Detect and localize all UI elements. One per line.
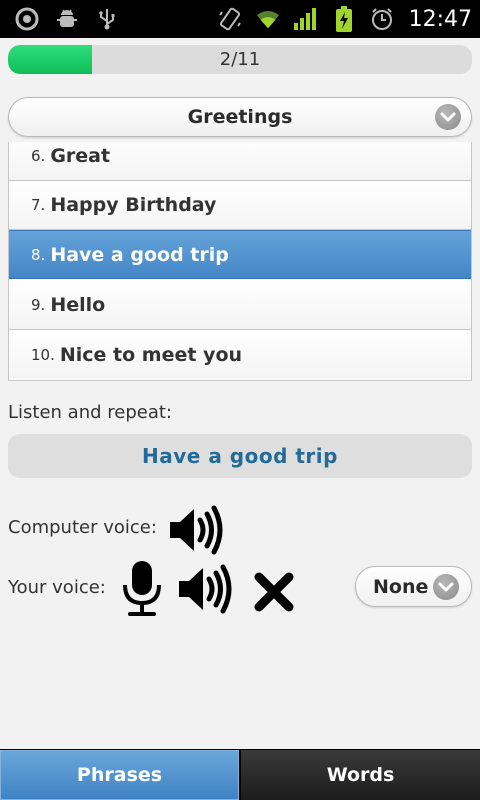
tab-phrases[interactable]: Phrases: [0, 750, 239, 800]
item-text: Happy Birthday: [50, 194, 217, 216]
item-text: Have a good trip: [50, 243, 229, 266]
wifi-icon: [255, 6, 281, 32]
your-voice-label: Your voice:: [8, 577, 106, 598]
record-icon: [14, 6, 40, 32]
progress-bar: 2/11: [8, 45, 472, 74]
progress-text: 2/11: [219, 49, 261, 70]
chevron-down-icon: [435, 104, 461, 130]
item-number: 8.: [31, 245, 46, 264]
alarm-icon: [369, 6, 395, 32]
status-bar: 12:47: [0, 0, 480, 38]
phrase-list[interactable]: 6. Great 7. Happy Birthday 8. Have a goo…: [8, 142, 472, 381]
item-text: Nice to meet you: [59, 343, 243, 366]
listen-label: Listen and repeat:: [8, 402, 172, 423]
tab-bar: Phrases Words: [0, 749, 480, 800]
item-number: 6.: [31, 147, 46, 165]
usb-icon: [94, 6, 120, 32]
computer-voice-label: Computer voice:: [8, 517, 157, 538]
score-label: None: [373, 575, 429, 598]
list-item[interactable]: 10. Nice to meet you: [9, 330, 471, 379]
signal-icon: [293, 6, 319, 32]
chevron-down-icon: [433, 574, 459, 600]
rotate-icon: [217, 6, 243, 32]
battery-charging-icon: [331, 6, 357, 32]
item-text: Hello: [50, 294, 106, 316]
current-phrase-box: Have a good trip: [8, 434, 472, 478]
list-item-selected[interactable]: 8. Have a good trip: [9, 230, 471, 279]
list-item[interactable]: 7. Happy Birthday: [9, 181, 471, 230]
category-label: Greetings: [187, 106, 293, 128]
your-voice-speaker-icon[interactable]: [176, 563, 236, 615]
list-item[interactable]: 6. Great: [9, 142, 471, 181]
computer-voice-speaker-icon[interactable]: [167, 504, 227, 556]
delete-icon[interactable]: [252, 570, 296, 614]
microphone-icon[interactable]: [120, 559, 164, 617]
item-text: Great: [50, 145, 111, 167]
item-number: 10.: [31, 345, 55, 364]
list-item[interactable]: 9. Hello: [9, 281, 471, 330]
android-debug-icon: [54, 6, 80, 32]
item-number: 9.: [31, 296, 46, 314]
score-dropdown[interactable]: None: [355, 566, 472, 607]
status-time: 12:47: [408, 6, 472, 32]
category-dropdown[interactable]: Greetings: [8, 97, 472, 137]
tab-words[interactable]: Words: [241, 750, 480, 800]
current-phrase: Have a good trip: [142, 444, 338, 468]
item-number: 7.: [31, 196, 46, 214]
